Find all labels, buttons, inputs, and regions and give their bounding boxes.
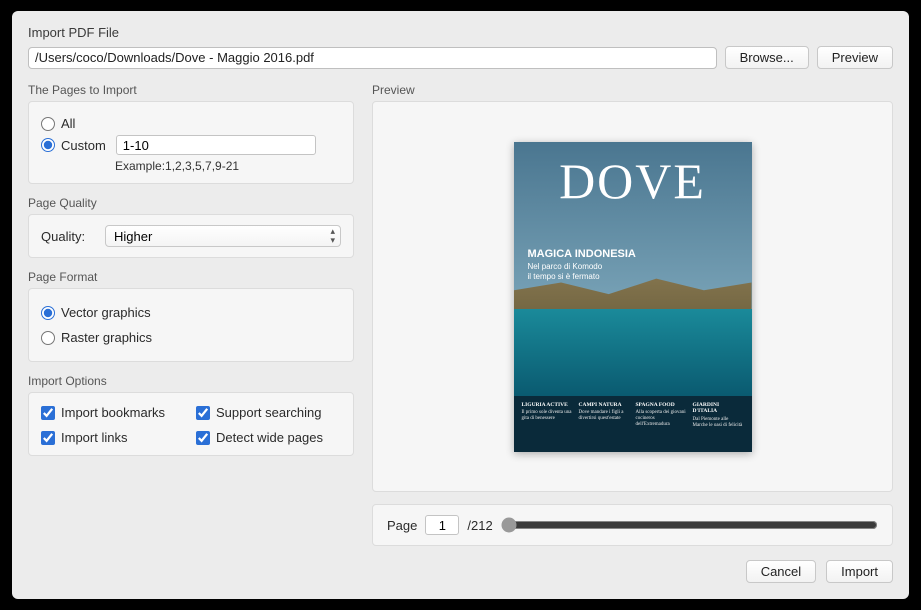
radio-vector-label: Vector graphics xyxy=(61,305,151,320)
quality-group: Quality: Higher ▴▾ xyxy=(28,214,354,258)
cancel-button[interactable]: Cancel xyxy=(746,560,816,583)
browse-button[interactable]: Browse... xyxy=(725,46,809,69)
cover-tagline2: Nel parco di Komodo il tempo si è fermat… xyxy=(528,262,603,283)
page-slider[interactable] xyxy=(501,517,878,533)
check-links[interactable] xyxy=(41,431,55,445)
options-group: Import bookmarks Support searching Impor… xyxy=(28,392,354,456)
check-links-label: Import links xyxy=(61,430,127,445)
check-searching-label: Support searching xyxy=(216,405,322,420)
pages-group: All Custom Example:1,2,3,5,7,9-21 xyxy=(28,101,354,184)
import-button[interactable]: Import xyxy=(826,560,893,583)
dialog-title: Import PDF File xyxy=(28,25,893,40)
range-example-label: Example:1,2,3,5,7,9-21 xyxy=(115,159,341,173)
cover-title: DOVE xyxy=(514,152,752,210)
check-wide[interactable] xyxy=(196,431,210,445)
pager-group: Page /212 xyxy=(372,504,893,546)
file-row: Browse... Preview xyxy=(28,46,893,69)
radio-vector[interactable] xyxy=(41,306,55,320)
preview-group-label: Preview xyxy=(372,83,893,97)
quality-label: Quality: xyxy=(41,229,95,244)
footer: Cancel Import xyxy=(28,560,893,583)
check-bookmarks[interactable] xyxy=(41,406,55,420)
quality-select[interactable]: Higher xyxy=(105,225,341,247)
check-bookmarks-label: Import bookmarks xyxy=(61,405,165,420)
import-pdf-dialog: Import PDF File Browse... Preview The Pa… xyxy=(12,11,909,599)
preview-button[interactable]: Preview xyxy=(817,46,893,69)
format-group-label: Page Format xyxy=(28,270,354,284)
preview-area: DOVE MAGICA INDONESIA Nel parco di Komod… xyxy=(372,101,893,492)
quality-group-label: Page Quality xyxy=(28,196,354,210)
cover-tagline: MAGICA INDONESIA xyxy=(528,248,636,260)
check-wide-label: Detect wide pages xyxy=(216,430,323,445)
radio-all[interactable] xyxy=(41,117,55,131)
page-number-input[interactable] xyxy=(425,515,459,535)
radio-custom-label: Custom xyxy=(61,138,106,153)
radio-custom[interactable] xyxy=(41,138,55,152)
check-searching[interactable] xyxy=(196,406,210,420)
radio-raster[interactable] xyxy=(41,331,55,345)
page-label: Page xyxy=(387,518,417,533)
radio-raster-label: Raster graphics xyxy=(61,330,152,345)
pages-group-label: The Pages to Import xyxy=(28,83,354,97)
cover-thumbnail: DOVE MAGICA INDONESIA Nel parco di Komod… xyxy=(514,142,752,452)
page-total-label: /212 xyxy=(467,518,492,533)
format-group: Vector graphics Raster graphics xyxy=(28,288,354,362)
custom-range-input[interactable] xyxy=(116,135,316,155)
radio-all-label: All xyxy=(61,116,75,131)
options-group-label: Import Options xyxy=(28,374,354,388)
file-path-input[interactable] xyxy=(28,47,717,69)
